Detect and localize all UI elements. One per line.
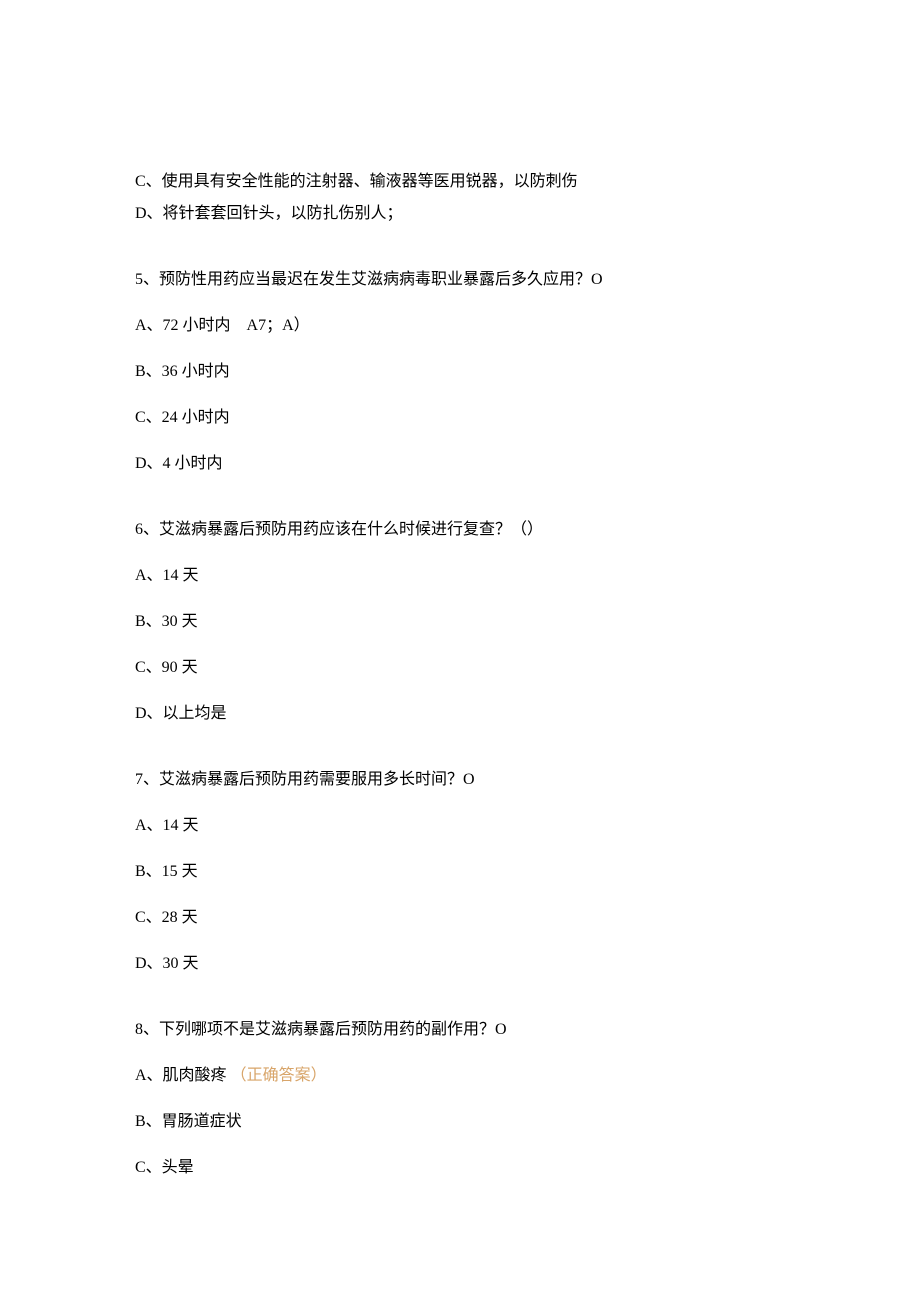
q7-option-b: B、15 天 [135, 860, 785, 884]
q5-stem: 5、预防性用药应当最迟在发生艾滋病病毒职业暴露后多久应用？O [135, 268, 785, 292]
correct-answer-note: （正确答案） [231, 1067, 327, 1084]
q6-option-a: A、14 天 [135, 564, 785, 588]
q8-option-a: A、肌肉酸疼 （正确答案） [135, 1064, 785, 1088]
q4-option-d: D、将针套套回针头，以防扎伤别人； [135, 202, 785, 226]
document-body: C、使用具有安全性能的注射器、输液器等医用锐器，以防刺伤 D、将针套套回针头，以… [135, 170, 785, 1180]
q4-option-c: C、使用具有安全性能的注射器、输液器等医用锐器，以防刺伤 [135, 170, 785, 194]
q8-option-b: B、胃肠道症状 [135, 1110, 785, 1134]
q5-option-d: D、4 小时内 [135, 452, 785, 476]
q8-option-a-text: A、肌肉酸疼 [135, 1067, 227, 1084]
q5-option-a: A、72 小时内 A7；A） [135, 314, 785, 338]
q7-option-a: A、14 天 [135, 814, 785, 838]
q5-option-b: B、36 小时内 [135, 360, 785, 384]
q7-stem: 7、艾滋病暴露后预防用药需要服用多长时间？O [135, 768, 785, 792]
q7-option-c: C、28 天 [135, 906, 785, 930]
q6-option-c: C、90 天 [135, 656, 785, 680]
q5-option-c: C、24 小时内 [135, 406, 785, 430]
q6-stem: 6、艾滋病暴露后预防用药应该在什么时候进行复查？（） [135, 518, 785, 542]
q8-option-c: C、头晕 [135, 1156, 785, 1180]
q6-option-d: D、以上均是 [135, 702, 785, 726]
q6-option-b: B、30 天 [135, 610, 785, 634]
q7-option-d: D、30 天 [135, 952, 785, 976]
q8-stem: 8、下列哪项不是艾滋病暴露后预防用药的副作用？O [135, 1018, 785, 1042]
